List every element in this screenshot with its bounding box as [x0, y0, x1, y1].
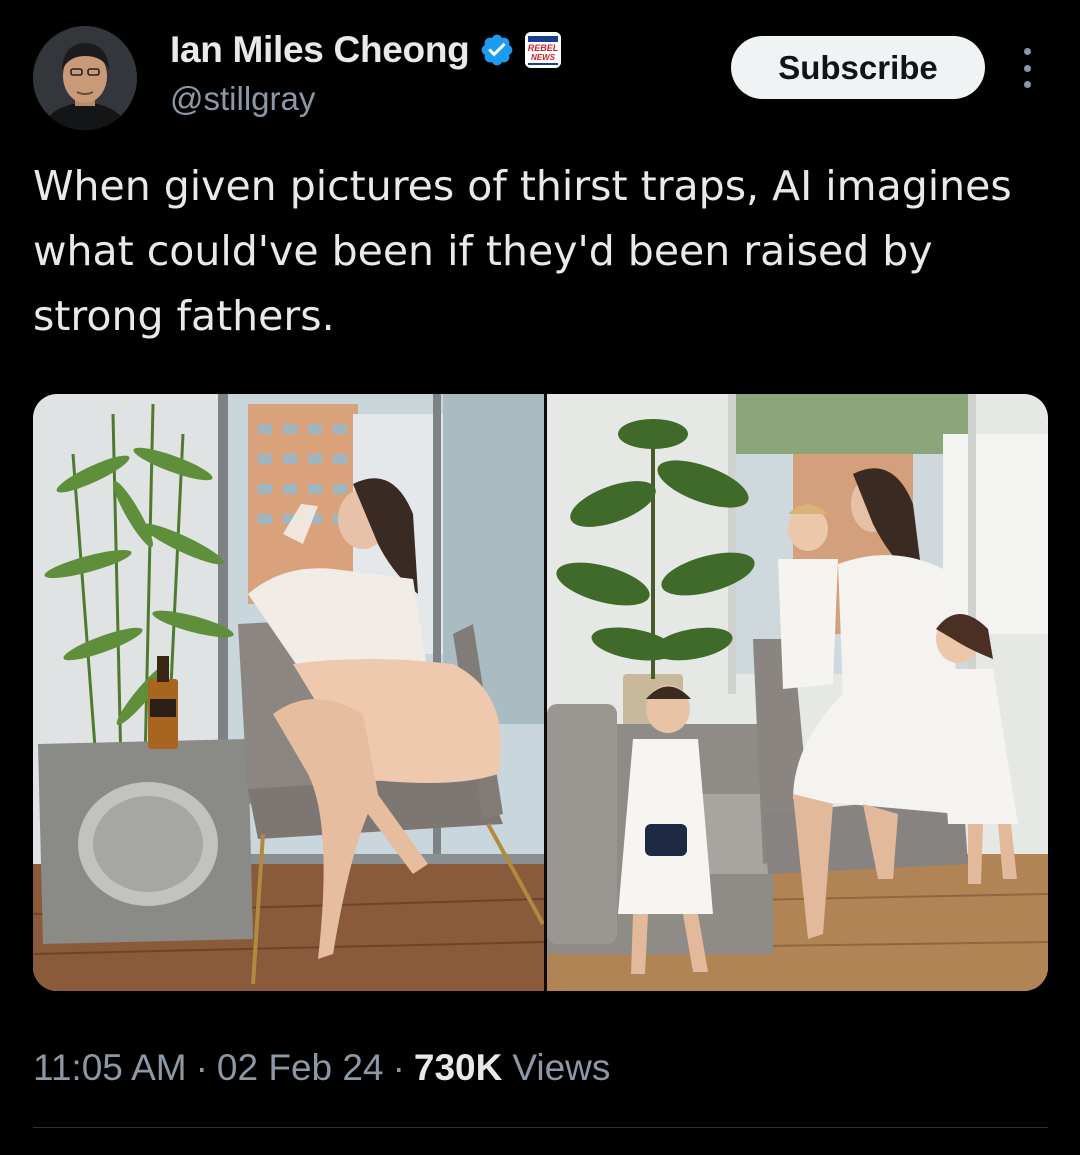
author-name-row: Ian Miles Cheong REBEL NEWS: [170, 28, 562, 72]
verified-badge-icon: [482, 34, 513, 66]
media-photo-right: [546, 394, 1048, 991]
tweet-date[interactable]: 02 Feb 24: [217, 1047, 384, 1089]
author-name[interactable]: Ian Miles Cheong: [170, 29, 470, 71]
tweet-meta: 11:05 AM · 02 Feb 24 · 730K Views: [33, 1047, 610, 1089]
divider: [33, 1127, 1048, 1128]
affiliate-badge-line-1: REBEL: [528, 43, 559, 53]
views-count: 730K: [413, 1047, 503, 1088]
tweet-time[interactable]: 11:05 AM: [33, 1047, 187, 1089]
more-icon-dot: [1023, 64, 1031, 72]
more-icon[interactable]: [1012, 48, 1042, 88]
meta-separator: ·: [392, 1047, 405, 1088]
avatar[interactable]: [33, 26, 137, 130]
affiliate-badge[interactable]: REBEL NEWS: [525, 32, 562, 68]
views-label: Views: [512, 1047, 611, 1088]
more-icon-dot: [1023, 81, 1031, 88]
meta-separator: ·: [195, 1047, 208, 1088]
media-photo-left: [33, 394, 545, 991]
author-handle[interactable]: @stillgray: [170, 80, 315, 118]
more-icon-dot: [1023, 48, 1031, 55]
tweet-media[interactable]: [33, 394, 1048, 991]
tweet-text: When given pictures of thirst traps, AI …: [33, 162, 1012, 340]
affiliate-badge-line-2: NEWS: [531, 53, 556, 62]
subscribe-button[interactable]: Subscribe: [731, 36, 985, 99]
